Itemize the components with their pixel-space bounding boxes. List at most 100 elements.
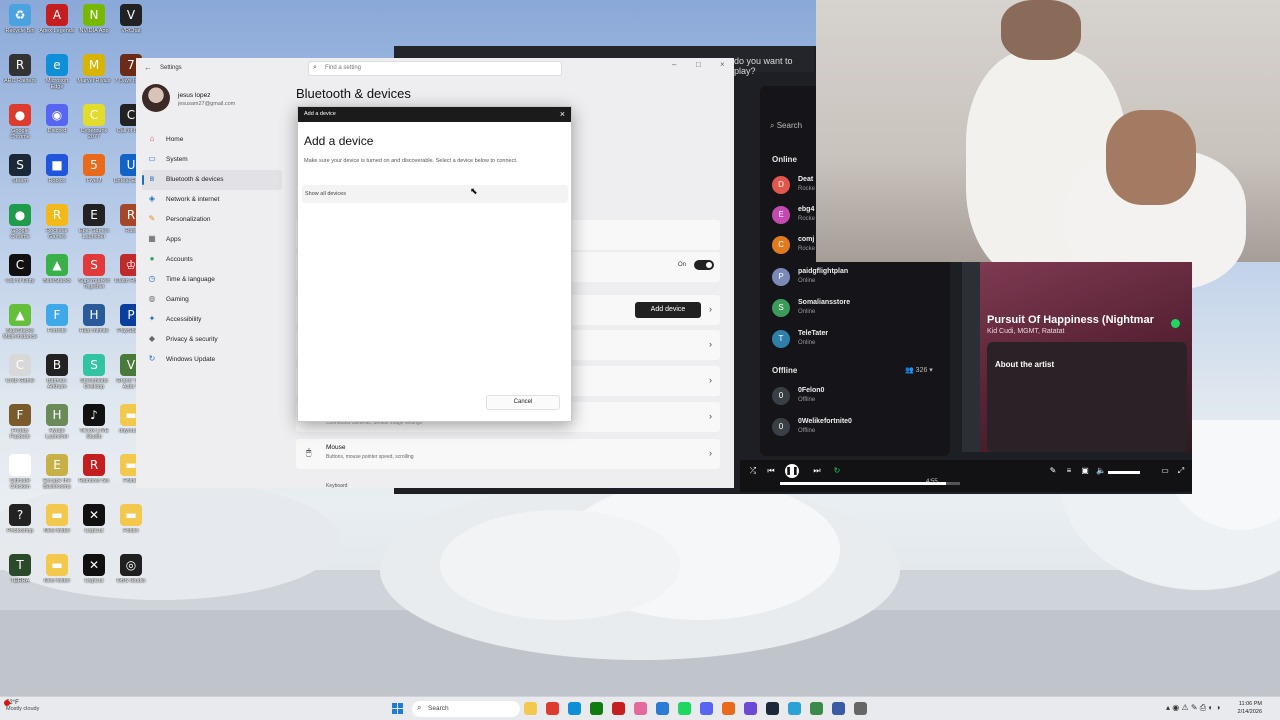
desktop-icon[interactable]: ♻ Recycle Bin — [2, 4, 38, 34]
desktop-icon[interactable]: H Hytale Launcher — [39, 404, 75, 440]
desktop-icon[interactable]: S Steam — [2, 154, 38, 184]
desktop-icon[interactable]: S Supermarket Together — [76, 254, 112, 290]
desktop-icon[interactable]: ▬ New folder — [39, 554, 75, 584]
desktop-icon[interactable]: C Crab Game — [2, 354, 38, 384]
spotify-icon[interactable] — [678, 702, 691, 715]
desktop-icon[interactable]: C Cyberpunk 2077 — [76, 104, 112, 140]
desktop-icon[interactable]: ▬ New folder — [39, 504, 75, 534]
desktop-icon[interactable]: ▲ BlueStacks Multi-Instance — [2, 304, 38, 340]
app-icon[interactable] — [810, 702, 823, 715]
devices-icon[interactable]: ▣ — [1078, 464, 1092, 478]
clock[interactable]: 11:06 PM 2/14/2026 — [1226, 700, 1262, 716]
nav-item[interactable]: ◆ Privacy & security — [142, 330, 282, 350]
nav-item[interactable]: ✦ Accessibility — [142, 310, 282, 330]
previous-icon[interactable]: ⏮ — [764, 464, 778, 478]
close-icon[interactable]: × — [720, 60, 725, 69]
liked-check-icon[interactable] — [1171, 319, 1180, 328]
app-icon[interactable] — [744, 702, 757, 715]
desktop-icon[interactable]: ◕ Ultimate Chicken — [2, 454, 38, 490]
desktop-icon[interactable]: R Rainbow Six — [76, 454, 112, 484]
nav-item[interactable]: ▦ Apps — [142, 230, 282, 250]
track-artists[interactable]: Kid Cudi, MGMT, Ratatat — [987, 328, 1064, 335]
maximize-icon[interactable]: □ — [696, 60, 701, 69]
volume-slider[interactable] — [1108, 471, 1140, 474]
desktop-icon[interactable]: F Freddy Fazbear — [2, 404, 38, 440]
friend-row[interactable]: 0 0Welikefortnite0 Offline — [772, 416, 942, 440]
nav-item[interactable]: ⌂ Home — [142, 130, 282, 150]
repeat-icon[interactable]: ↻ — [830, 464, 844, 478]
desktop-icon[interactable]: ✕ CapCut — [76, 554, 112, 584]
friend-row[interactable]: Ppaidgflightplan Online — [772, 266, 942, 290]
desktop-icon[interactable]: H Halo Infinite — [76, 304, 112, 334]
keyboard-row-label[interactable]: Keyboard — [326, 483, 347, 489]
about-artist-card[interactable]: About the artist — [987, 342, 1187, 452]
show-all-devices-button[interactable]: Show all devices — [302, 185, 568, 203]
cancel-button[interactable]: Cancel — [486, 395, 560, 410]
desktop-icon[interactable]: ✕ CapCut — [76, 504, 112, 534]
desktop-icon[interactable]: F Fortnite — [39, 304, 75, 334]
queue-icon[interactable]: ≡ — [1062, 464, 1076, 478]
desktop-icon[interactable]: A Apex Legends — [39, 4, 75, 34]
desktop-icon[interactable]: V VRChat — [113, 4, 149, 34]
nav-item[interactable]: ◈ Network & internet — [142, 190, 282, 210]
steam-icon[interactable] — [766, 702, 779, 715]
nav-item[interactable]: ↻ Windows Update — [142, 350, 282, 370]
mouse-row[interactable]: 🖱 Mouse Buttons, mouse pointer speed, sc… — [296, 439, 720, 469]
app-icon[interactable] — [656, 702, 669, 715]
desktop-icon[interactable]: ◎ OBS Studio — [113, 554, 149, 584]
start-button[interactable] — [392, 703, 404, 715]
desktop-icon[interactable]: 5 FiveM — [76, 154, 112, 184]
shuffle-icon[interactable]: ⤮ — [746, 464, 760, 478]
fullscreen-icon[interactable]: ⤢ — [1174, 464, 1188, 478]
next-icon[interactable]: ⏭ — [810, 464, 824, 478]
desktop-icon[interactable]: ● Google Chrome — [2, 204, 38, 240]
taskbar-search[interactable]: ⌕ Search — [412, 701, 520, 717]
settings-icon[interactable] — [854, 702, 867, 715]
file-explorer-icon[interactable] — [524, 702, 537, 715]
settings-search-input[interactable]: ⌕ Find a setting — [308, 61, 562, 76]
desktop-icon[interactable]: ? Photoshop — [2, 504, 38, 534]
discord-icon[interactable] — [700, 702, 713, 715]
back-arrow-icon[interactable]: ← — [144, 63, 152, 72]
app-icon[interactable] — [612, 702, 625, 715]
friend-row[interactable]: 0 0Felon0 Offline — [772, 385, 942, 409]
xbox-icon[interactable] — [590, 702, 603, 715]
nav-item[interactable]: ◷ Time & language — [142, 270, 282, 290]
friend-row[interactable]: T TeleTater Online — [772, 328, 942, 352]
nav-item[interactable]: ◍ Gaming — [142, 290, 282, 310]
desktop-icon[interactable]: ● Google Chrome — [2, 104, 38, 140]
desktop-icon[interactable]: ♪ TikTok LIVE Studio — [76, 404, 112, 440]
miniplayer-icon[interactable]: ▭ — [1158, 464, 1172, 478]
desktop-icon[interactable]: M Marvel Rivals — [76, 54, 112, 84]
nav-item[interactable]: ● Accounts — [142, 250, 282, 270]
desktop-icon[interactable]: E Epic Games Launcher — [76, 204, 112, 240]
desktop-icon[interactable]: ▬ Folder — [113, 504, 149, 534]
friend-row[interactable]: S Somaliansstore Online — [772, 297, 942, 321]
desktop-icon[interactable]: C Call of Duty — [2, 254, 38, 284]
bluetooth-toggle[interactable] — [694, 260, 714, 270]
desktop-icon[interactable]: e Microsoft Edge — [39, 54, 75, 90]
chrome-icon[interactable] — [546, 702, 559, 715]
nav-item[interactable]: ▭ System — [142, 150, 282, 170]
lyrics-icon[interactable]: ✎ — [1046, 464, 1060, 478]
nav-item[interactable]: ʙ Bluetooth & devices — [142, 170, 282, 190]
desktop-icon[interactable]: R Rockstar Games — [39, 204, 75, 240]
desktop-icon[interactable]: ■ Roblox — [39, 154, 75, 184]
nav-item[interactable]: ✎ Personalization — [142, 210, 282, 230]
desktop-icon[interactable]: T TERRA — [2, 554, 38, 584]
desktop-icon[interactable]: B Batman: Arkham — [39, 354, 75, 390]
app-icon[interactable] — [832, 702, 845, 715]
desktop-icon[interactable]: ◉ Discord — [39, 104, 75, 134]
desktop-icon[interactable]: ▲ BlueStacks — [39, 254, 75, 284]
close-icon[interactable]: × — [560, 109, 565, 119]
app-icon[interactable] — [722, 702, 735, 715]
weather-widget[interactable]: 52°F Mostly cloudy — [4, 700, 39, 712]
user-profile[interactable]: jesus lopez jesusam27@gmail.com — [142, 84, 272, 114]
desktop-icon[interactable]: R ARC Raiders — [2, 54, 38, 84]
volume-icon[interactable]: 🔈 — [1094, 464, 1108, 478]
desktop-icon[interactable]: S Streamlabs Desktop — [76, 354, 112, 390]
add-device-button[interactable]: Add device — [635, 302, 701, 318]
desktop-icon[interactable]: E Escape the Backrooms — [39, 454, 75, 490]
system-tray[interactable]: ▴ ◉ ⚠ ✎ ⎙ ◐ ◑ — [1166, 703, 1220, 713]
desktop-icon[interactable]: N NVIDIA App — [76, 4, 112, 34]
